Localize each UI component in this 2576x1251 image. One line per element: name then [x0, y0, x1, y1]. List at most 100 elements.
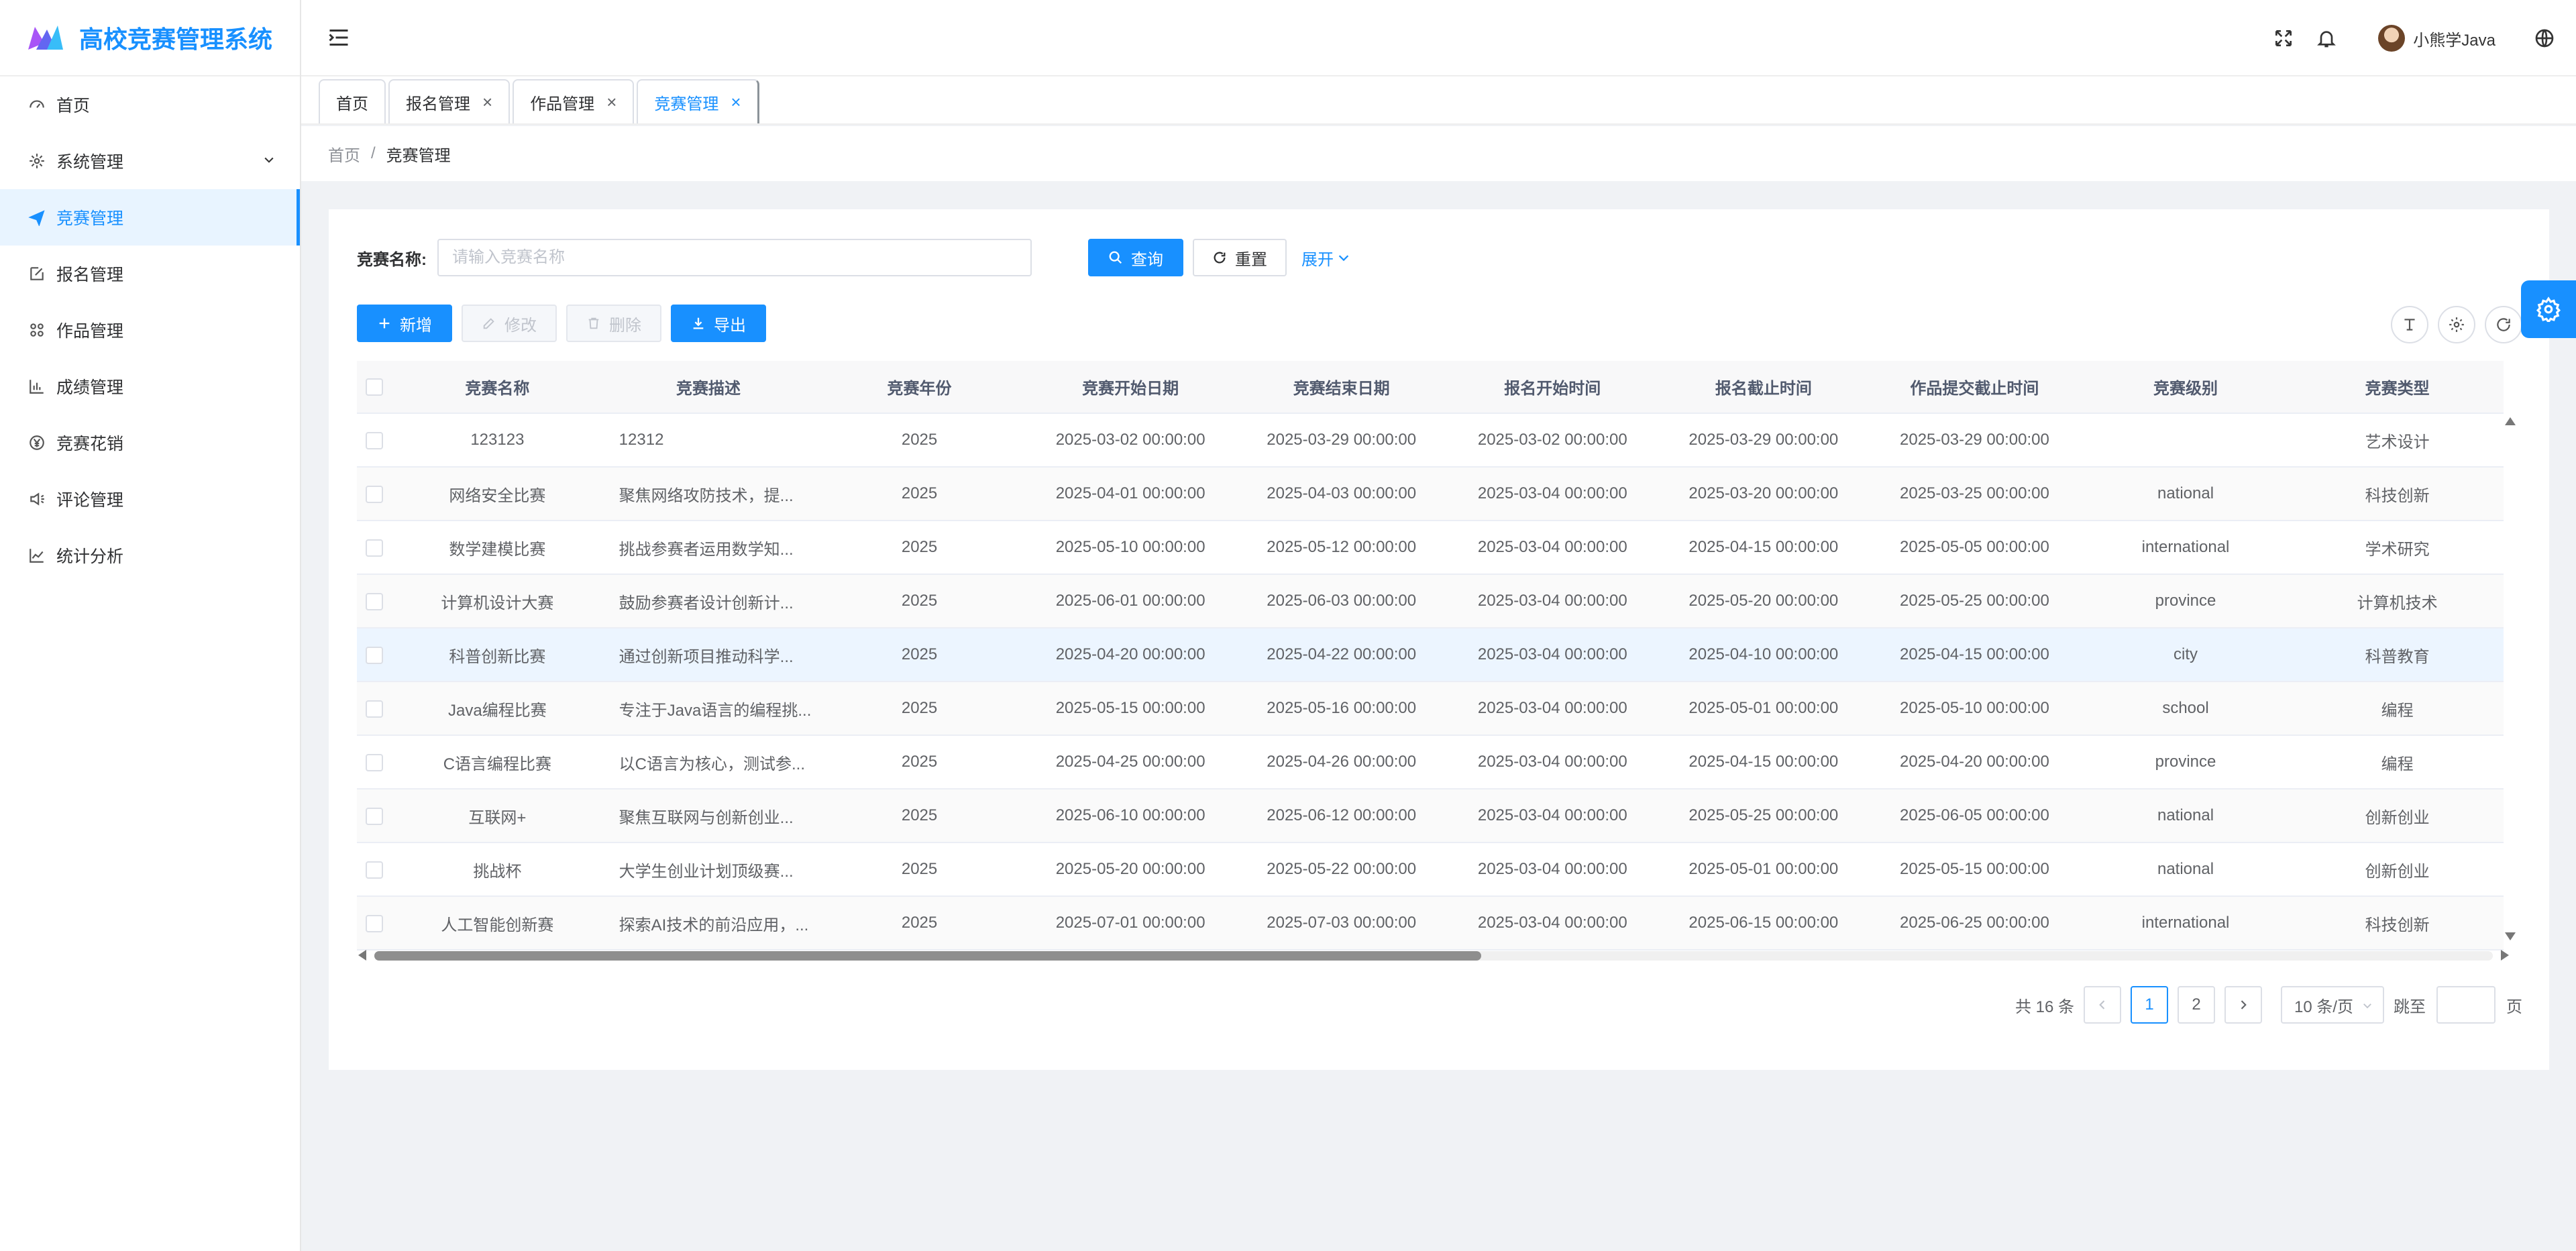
- sidebar-item-6[interactable]: 竞赛花销: [0, 415, 300, 471]
- table-cell: 艺术设计: [2291, 413, 2504, 468]
- table-row[interactable]: 网络安全比赛 聚焦网络攻防技术，提... 2025 2025-04-01 00:00:…: [357, 467, 2504, 521]
- next-page-button[interactable]: [2224, 986, 2262, 1024]
- table-row[interactable]: 科普创新比赛 通过创新项目推动科学... 2025 2025-04-20 00:00:…: [357, 628, 2504, 682]
- close-icon[interactable]: ×: [731, 92, 741, 113]
- reset-button[interactable]: 重置: [1193, 239, 1287, 276]
- table-cell: 2025-03-02 00:00:00: [1446, 413, 1658, 468]
- sidebar-item-label: 统计分析: [56, 547, 124, 566]
- row-checkbox[interactable]: [366, 753, 384, 771]
- sidebar-item-3[interactable]: 报名管理: [0, 246, 300, 302]
- close-icon[interactable]: ×: [606, 92, 616, 113]
- line-chart-icon: [28, 547, 46, 564]
- table-cell: national: [2080, 842, 2292, 897]
- competition-name-input[interactable]: [437, 239, 1032, 276]
- table-cell: 2025: [814, 467, 1025, 521]
- prev-page-button[interactable]: [2084, 986, 2121, 1024]
- tab-0[interactable]: 首页: [319, 79, 386, 123]
- table-cell: 2025-06-25 00:00:00: [1869, 896, 2080, 950]
- row-checkbox[interactable]: [366, 861, 384, 879]
- table-cell: province: [2080, 735, 2292, 790]
- table-cell: 2025-06-12 00:00:00: [1236, 789, 1447, 843]
- table-cell: 2025-03-02 00:00:00: [1024, 413, 1236, 468]
- scrollbar-thumb[interactable]: [374, 951, 1481, 961]
- edit-button[interactable]: 修改: [462, 305, 557, 342]
- scroll-right-arrow[interactable]: [2501, 950, 2509, 961]
- logo[interactable]: 高校竞赛管理系统: [0, 0, 300, 76]
- table-cell: 2025-05-20 00:00:00: [1024, 842, 1236, 897]
- row-checkbox[interactable]: [366, 807, 384, 825]
- table-row[interactable]: 互联网+ 聚焦互联网与创新创业... 2025 2025-06-10 00:00:00…: [357, 789, 2504, 843]
- table-row[interactable]: Java编程比赛 专注于Java语言的编程挑... 2025 2025-05-15 0…: [357, 682, 2504, 736]
- horizontal-scrollbar[interactable]: [357, 947, 2510, 963]
- row-checkbox[interactable]: [366, 539, 384, 557]
- breadcrumb-home[interactable]: 首页: [328, 142, 360, 166]
- row-checkbox[interactable]: [366, 700, 384, 718]
- row-checkbox[interactable]: [366, 592, 384, 610]
- search-button[interactable]: 查询: [1088, 239, 1183, 276]
- sidebar-item-5[interactable]: 成绩管理: [0, 358, 300, 415]
- table-cell: 2025-06-01 00:00:00: [1024, 574, 1236, 629]
- table-cell: 123123: [392, 413, 603, 468]
- scrollbar-track[interactable]: [374, 951, 2493, 961]
- table-cell: 2025-04-10 00:00:00: [1658, 628, 1870, 682]
- page-size-select[interactable]: 10 条/页: [2281, 986, 2384, 1024]
- fullscreen-icon[interactable]: [2272, 27, 2295, 50]
- expand-toggle[interactable]: 展开: [1301, 246, 1351, 270]
- sidebar-item-1[interactable]: 系统管理: [0, 133, 300, 189]
- sidebar-item-0[interactable]: 首页: [0, 76, 300, 133]
- table-row[interactable]: 计算机设计大赛 鼓励参赛者设计创新计... 2025 2025-06-01 00:00…: [357, 574, 2504, 629]
- table-body: 123123 12312 2025 2025-03-02 00:00:00 2025-0…: [357, 413, 2504, 950]
- scroll-down-arrow[interactable]: [2505, 932, 2516, 940]
- close-icon[interactable]: ×: [482, 92, 492, 113]
- chevron-down-icon: [264, 157, 274, 163]
- sidebar-item-label: 成绩管理: [56, 378, 124, 397]
- tab-2[interactable]: 作品管理 ×: [513, 79, 635, 123]
- table-cell: 2025-06-05 00:00:00: [1869, 789, 2080, 843]
- select-all-checkbox[interactable]: [366, 378, 384, 396]
- sidebar-item-7[interactable]: 评论管理: [0, 471, 300, 527]
- add-button[interactable]: 新增: [357, 305, 452, 342]
- table-row[interactable]: 数学建模比赛 挑战参赛者运用数学知... 2025 2025-05-10 00:00:…: [357, 521, 2504, 575]
- hamburger-icon[interactable]: [327, 25, 351, 50]
- tab-3[interactable]: 竞赛管理 ×: [637, 79, 759, 123]
- table-cell: 2025-03-04 00:00:00: [1446, 789, 1658, 843]
- sidebar-item-4[interactable]: 作品管理: [0, 302, 300, 358]
- export-button[interactable]: 导出: [671, 305, 766, 342]
- scroll-left-arrow[interactable]: [358, 950, 366, 961]
- pagination: 共 16 条 1 2 10 条/页 跳至 页: [2015, 986, 2522, 1024]
- jump-page-input[interactable]: [2436, 986, 2496, 1024]
- refresh-icon[interactable]: [2485, 306, 2522, 343]
- row-checkbox[interactable]: [366, 914, 384, 932]
- globe-icon[interactable]: [2533, 27, 2556, 50]
- page-1-button[interactable]: 1: [2131, 986, 2168, 1024]
- speaker-icon: [28, 490, 46, 508]
- table-cell: 2025-05-25 00:00:00: [1869, 574, 2080, 629]
- row-checkbox[interactable]: [366, 646, 384, 664]
- page-2-button[interactable]: 2: [2178, 986, 2215, 1024]
- avatar[interactable]: [2378, 25, 2406, 52]
- table-cell: 互联网+: [392, 789, 603, 843]
- edit-icon: [483, 318, 494, 329]
- table-row[interactable]: 123123 12312 2025 2025-03-02 00:00:00 2025-0…: [357, 413, 2504, 468]
- yen-icon: [28, 434, 46, 451]
- chevron-left-icon: [2099, 1000, 2105, 1010]
- table-row[interactable]: C语言编程比赛 以C语言为核心，测试参... 2025 2025-04-25 00:0…: [357, 735, 2504, 790]
- text-size-icon[interactable]: [2391, 306, 2428, 343]
- sidebar-item-8[interactable]: 统计分析: [0, 527, 300, 584]
- theme-settings-button[interactable]: [2521, 280, 2576, 338]
- scroll-up-arrow[interactable]: [2505, 417, 2516, 425]
- delete-button[interactable]: 删除: [566, 305, 661, 342]
- table-cell: 2025-03-29 00:00:00: [1236, 413, 1447, 468]
- row-checkbox[interactable]: [366, 431, 384, 449]
- table-row[interactable]: 挑战杯 大学生创业计划顶级赛... 2025 2025-05-20 00:00:00 2…: [357, 842, 2504, 897]
- bell-icon[interactable]: [2315, 27, 2338, 50]
- gear-icon: [28, 152, 46, 170]
- sidebar-item-2[interactable]: 竞赛管理: [0, 189, 300, 246]
- table-cell: C语言编程比赛: [392, 735, 603, 790]
- tags-view: 首页 报名管理 × 作品管理 × 竞赛管理 ×: [301, 76, 2576, 125]
- username[interactable]: 小熊学Java: [2413, 27, 2496, 50]
- tab-1[interactable]: 报名管理 ×: [388, 79, 511, 123]
- table-row[interactable]: 人工智能创新赛 探索AI技术的前沿应用，... 2025 2025-07-01 00:…: [357, 896, 2504, 950]
- column-settings-icon[interactable]: [2438, 306, 2475, 343]
- row-checkbox[interactable]: [366, 485, 384, 503]
